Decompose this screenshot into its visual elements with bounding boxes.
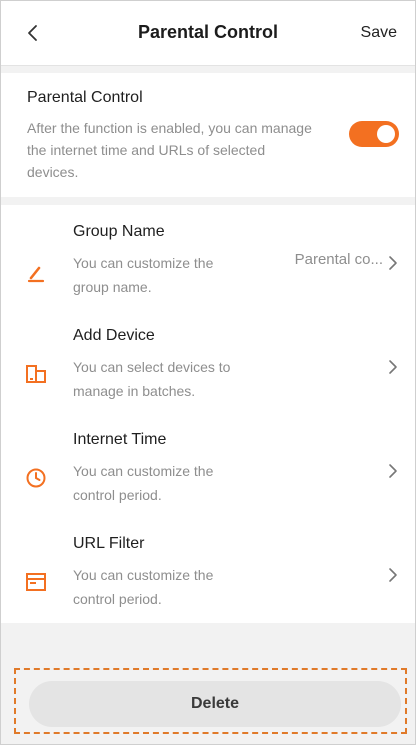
browser-icon (25, 571, 47, 593)
parental-control-switch[interactable] (349, 121, 399, 147)
devices-icon (25, 363, 47, 385)
save-button[interactable]: Save (361, 24, 397, 42)
url-filter-title: URL Filter (73, 535, 145, 552)
parental-control-description: After the function is enabled, you can m… (27, 120, 312, 180)
switch-knob (377, 125, 395, 143)
settings-list: Group Name You can customize the group n… (1, 205, 415, 623)
add-device-row[interactable]: Add Device You can select devices to man… (1, 309, 415, 413)
clock-icon (25, 467, 47, 489)
parental-control-card: Parental Control After the function is e… (1, 73, 415, 197)
internet-time-title: Internet Time (73, 431, 167, 448)
chevron-right-icon (389, 464, 397, 478)
chevron-right-icon (389, 360, 397, 374)
internet-time-description: You can customize the control period. (73, 463, 214, 503)
screen: Parental Control Save Parental Control A… (0, 0, 416, 745)
add-device-title: Add Device (73, 327, 155, 344)
url-filter-row[interactable]: URL Filter You can customize the control… (1, 517, 415, 621)
group-name-description: You can customize the group name. (73, 255, 214, 295)
top-bar: Parental Control Save (1, 1, 415, 66)
group-name-row[interactable]: Group Name You can customize the group n… (1, 205, 415, 309)
parental-control-label: Parental Control (27, 89, 143, 106)
delete-button[interactable]: Delete (29, 681, 401, 727)
chevron-right-icon (389, 256, 397, 270)
group-name-title: Group Name (73, 223, 165, 240)
url-filter-description: You can customize the control period. (73, 567, 214, 607)
group-name-value: Parental co... (294, 251, 383, 268)
add-device-description: You can select devices to manage in batc… (73, 359, 231, 399)
chevron-right-icon (389, 568, 397, 582)
page-title: Parental Control (137, 22, 279, 42)
internet-time-row[interactable]: Internet Time You can customize the cont… (1, 413, 415, 517)
pencil-icon (25, 263, 47, 285)
